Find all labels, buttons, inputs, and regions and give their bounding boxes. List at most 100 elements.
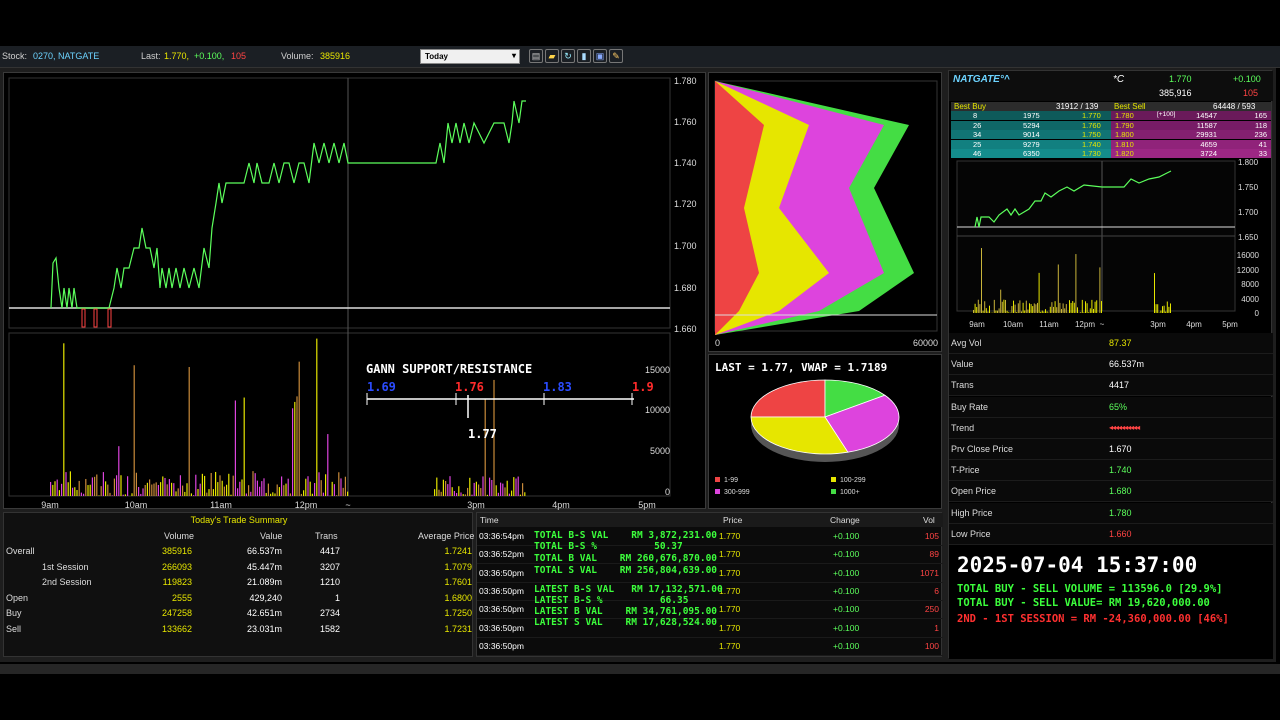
mini-volume-bar (1025, 300, 1027, 313)
pie-chart: LAST = 1.77, VWAP = 1.7189 1-99 100-299 30… (715, 361, 900, 496)
price-tick: 1.680 (674, 283, 697, 293)
mini-volume-bar (1162, 306, 1163, 313)
volume-bar (50, 481, 52, 496)
summary-label: 2nd Session (42, 577, 92, 587)
volume-bar (449, 476, 451, 496)
depth-tag: [+100] (1157, 111, 1176, 118)
mini-volume-bar (1000, 289, 1002, 313)
depth-sell-price: 1.790 (1115, 120, 1134, 130)
trades-col-price: Price (723, 515, 743, 525)
volume-bar (193, 495, 195, 496)
volume-bar (517, 476, 519, 496)
volume-bar (451, 487, 453, 496)
volume-bar (325, 474, 327, 496)
legend-label: 100-299 (840, 477, 866, 484)
trade-change: +0.100 (833, 531, 860, 541)
stat-value: 1.680 (1109, 486, 1132, 497)
volume-bar (467, 487, 469, 496)
mini-volume-bar (1163, 305, 1165, 313)
mini-volume-bar (1003, 299, 1005, 313)
mini-volume-bar (1051, 302, 1053, 313)
volume-bar (186, 483, 188, 496)
volume-bar (265, 492, 267, 496)
mini-volume-tick: 8000 (1241, 280, 1259, 289)
mini-volume-bar (987, 311, 989, 313)
pie-slice (750, 379, 826, 418)
volume-bar (138, 487, 140, 496)
volume-bar (318, 472, 320, 496)
overlay-line: TOTAL B-S VAL RM 3,872,231.00 (534, 530, 718, 541)
depth-sell-row[interactable]: 1.800 29931 236 (1111, 130, 1271, 139)
volume-bar (486, 494, 488, 496)
mini-time-tick: 3pm (1150, 320, 1166, 329)
depth-buy-row[interactable]: 8 1975 1.770 (951, 111, 1111, 120)
volume-bar (336, 495, 338, 496)
mini-volume-bar (1069, 300, 1070, 313)
depth-buy-row[interactable]: 25 9279 1.740 (951, 139, 1111, 149)
depth-sell-row[interactable]: 1.780 [+100] 14547 165 (1111, 111, 1271, 120)
mini-volume-bar (1086, 303, 1088, 313)
legend-label: 1000+ (840, 489, 860, 496)
pie-title: LAST = 1.77, VWAP = 1.7189 (715, 361, 887, 374)
volume-bar (188, 367, 190, 496)
mini-volume-bar (1022, 302, 1024, 313)
depth-buy-row[interactable]: 26 5294 1.760 (951, 120, 1111, 130)
stat-row: Avg Vol 87.37 (949, 333, 1273, 354)
summary-label: Sell (6, 623, 22, 634)
volume-bar (215, 471, 217, 496)
trade-change: +0.100 (833, 585, 860, 596)
volume-tick: 15000 (645, 365, 670, 375)
mini-volume-bar (1083, 312, 1085, 313)
mini-volume-tick: 4000 (1241, 295, 1259, 304)
folder-icon[interactable]: ▰ (545, 49, 559, 63)
volume-plot-frame (8, 332, 671, 497)
volume-bar (298, 361, 300, 496)
volume-bar (458, 486, 460, 496)
summary-value: 429,240 (249, 592, 282, 603)
volume-bar (102, 472, 104, 496)
save-icon[interactable]: ▣ (593, 49, 607, 63)
time-tick: ~ (345, 500, 350, 510)
trade-summary-table: Today's Trade Summary Volume Value Trans… (3, 512, 474, 657)
mini-volume-bar (1037, 302, 1038, 313)
trade-vol: 89 (929, 549, 939, 560)
volume-bar (464, 494, 466, 496)
volume-bar (58, 490, 60, 496)
volume-bar (184, 491, 186, 496)
mini-time-tick: 9am (969, 320, 985, 329)
volume-bar (56, 479, 58, 496)
mini-volume-bar (1096, 300, 1098, 313)
mini-price-tick: 1.700 (1238, 208, 1259, 217)
database-icon[interactable]: ▮ (577, 49, 591, 63)
volume-bar (131, 493, 133, 496)
volume-bar (63, 343, 65, 496)
volume-bar (522, 483, 524, 496)
summary-value: 23.031m (246, 623, 282, 634)
volume-bar (151, 484, 153, 496)
mini-volume-bar (1168, 306, 1170, 313)
stat-row: High Price 1.780 (949, 502, 1273, 524)
price-tick: 1.760 (674, 117, 697, 127)
note-icon[interactable]: ✎ (609, 49, 623, 63)
summary-title: Today's Trade Summary (190, 515, 288, 525)
mini-volume-bar (998, 308, 1000, 313)
volume-bar (453, 490, 455, 496)
chart-icon[interactable]: ▤ (529, 49, 543, 63)
period-select[interactable]: Today ▾ (420, 49, 520, 64)
volume-bar (96, 474, 98, 496)
mini-volume-bar (1081, 299, 1083, 313)
summary-volume: 2555 (171, 592, 192, 603)
volume-bar (434, 489, 436, 496)
refresh-icon[interactable]: ↻ (561, 49, 575, 63)
legend-swatch (831, 477, 836, 482)
volume-bar (234, 400, 236, 496)
mini-volume-bar (1155, 304, 1157, 313)
depth-buy-row[interactable]: 34 9014 1.750 (951, 130, 1111, 139)
summary-label: Overall (6, 546, 35, 556)
trade-vol: 1071 (920, 567, 939, 578)
stat-value: 1.780 (1109, 507, 1132, 518)
volume-bar (276, 484, 278, 496)
depth-sell-row[interactable]: 1.790 11587 118 (1111, 120, 1271, 130)
depth-buy-count: 34 (973, 130, 982, 139)
depth-sell-row[interactable]: 1.810 4659 41 (1111, 139, 1271, 149)
